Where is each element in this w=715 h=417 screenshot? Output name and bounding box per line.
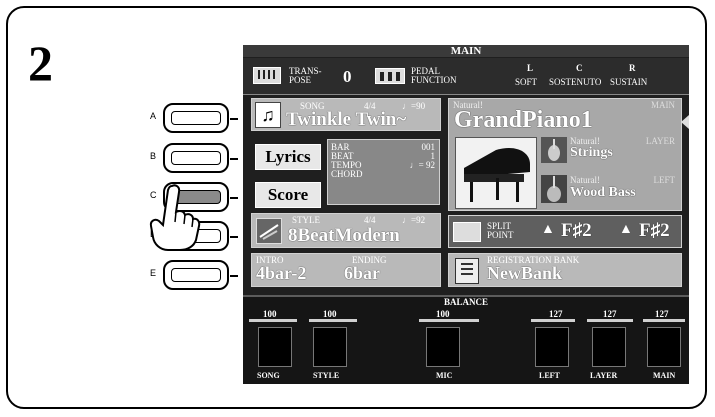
balance-layer-knob[interactable] <box>592 327 626 367</box>
balance-style-label: STYLE <box>313 371 340 380</box>
balance-main-knob[interactable] <box>647 327 681 367</box>
pedal-function-label[interactable]: PEDAL FUNCTION <box>411 67 457 85</box>
song-name: Twinkle Twin~ <box>286 109 407 130</box>
screen-title: MAIN <box>243 45 689 57</box>
sustain-pedal-label: SUSTAIN <box>610 77 648 87</box>
left-part-label: LEFT <box>653 175 676 185</box>
style-time-signature: 4/4 <box>364 215 376 225</box>
balance-title: BALANCE <box>443 297 488 307</box>
split-left-value[interactable]: F♯2 <box>561 220 592 242</box>
side-button-a[interactable] <box>163 103 229 133</box>
intro-ending-panel[interactable]: INTRO 4bar-2 ENDING 6bar <box>251 253 441 287</box>
balance-song-label: SONG <box>257 371 280 380</box>
drums-style-icon <box>256 218 282 244</box>
voice-panel[interactable]: Natural! MAIN GrandPiano1 Natural! LAYER… <box>448 98 682 211</box>
side-button-b-label: B <box>150 151 157 161</box>
split-point-panel[interactable]: SPLIT POINT ▲ F♯2 ▲ F♯2 <box>448 215 682 248</box>
balance-style-value: 100 <box>323 309 337 319</box>
balance-layer-value: 127 <box>603 309 617 319</box>
balance-left-track <box>531 319 575 322</box>
balance-mic-value: 100 <box>436 309 450 319</box>
split-right-value[interactable]: F♯2 <box>639 220 670 242</box>
transpose-value[interactable]: 0 <box>343 67 352 87</box>
left-voice-name: Wood Bass <box>570 185 636 200</box>
main-part-label: MAIN <box>651 100 675 110</box>
layer-part-label: LAYER <box>645 136 675 146</box>
balance-layer-label: LAYER <box>590 371 618 380</box>
bass-icon <box>541 175 567 203</box>
registration-book-icon <box>455 258 479 284</box>
transpose-label: TRANS- POSE <box>289 66 322 85</box>
split-left-arrow-icon: ▲ <box>541 222 555 237</box>
violin-icon <box>541 137 567 163</box>
lyrics-button[interactable]: Lyrics <box>255 144 321 170</box>
side-button-a-indicator <box>230 118 238 120</box>
side-button-c-indicator <box>230 197 238 199</box>
side-button-b[interactable] <box>163 143 229 173</box>
side-button-e-indicator <box>230 275 238 277</box>
balance-style-knob[interactable] <box>313 327 347 367</box>
balance-layer-track <box>587 319 633 322</box>
score-button[interactable]: Score <box>255 182 321 208</box>
pedal-icon <box>375 68 405 84</box>
layer-voice-name: Strings <box>570 145 613 160</box>
sostenuto-pedal-label: SOSTENUTO <box>549 77 602 87</box>
ending-value: 6bar <box>344 263 380 283</box>
registration-name: NewBank <box>487 263 563 283</box>
split-label-line2: POINT <box>487 230 514 240</box>
balance-song-knob[interactable] <box>258 327 292 367</box>
sustain-pedal-letter: R <box>629 63 636 73</box>
grand-piano-image <box>455 137 537 209</box>
side-button-a-label: A <box>150 111 157 121</box>
music-note-icon: ♫ <box>255 102 281 128</box>
main-voice-name: GrandPiano1 <box>454 107 593 133</box>
style-name: 8BeatModern <box>288 225 400 246</box>
style-tempo: ♩=92 <box>402 215 426 225</box>
side-button-e-label: E <box>150 268 157 278</box>
main-display-screen: MAIN TRANS- POSE 0 PEDAL FUNCTION L SOFT… <box>243 45 689 384</box>
tempo-value: ♩= 92 <box>409 160 435 170</box>
balance-main-label: MAIN <box>653 371 676 380</box>
chord-label: CHORD <box>331 169 363 179</box>
left-voice-category: Natural! <box>570 175 600 185</box>
side-button-e[interactable] <box>163 260 229 290</box>
balance-left-label: LEFT <box>539 371 560 380</box>
voice-select-arrow-icon[interactable] <box>681 115 689 129</box>
registration-bank-panel[interactable]: REGISTRATION BANK NewBank <box>448 253 682 287</box>
soft-pedal-label: SOFT <box>515 77 538 87</box>
song-panel[interactable]: ♫ SONG 4/4 ♩=90 Twinkle Twin~ <box>251 98 441 131</box>
balance-style-track <box>309 319 357 322</box>
balance-song-track <box>249 319 297 322</box>
soft-pedal-letter: L <box>527 63 534 73</box>
balance-song-value: 100 <box>263 309 277 319</box>
sostenuto-pedal-letter: C <box>576 63 583 73</box>
pointing-hand-icon <box>149 184 201 251</box>
intro-value: 4bar-2 <box>256 263 307 283</box>
split-right-arrow-icon: ▲ <box>619 222 633 237</box>
balance-mic-knob[interactable] <box>426 327 460 367</box>
song-position-panel: BAR 001 BEAT 1 TEMPO ♩= 92 CHORD <box>327 139 440 205</box>
style-label: STYLE <box>292 215 320 225</box>
top-info-bar: TRANS- POSE 0 PEDAL FUNCTION L SOFT C SO… <box>243 58 689 95</box>
style-panel[interactable]: STYLE 4/4 ♩=92 8BeatModern <box>251 213 441 248</box>
balance-left-value: 127 <box>549 309 563 319</box>
balance-left-knob[interactable] <box>535 327 569 367</box>
side-button-b-indicator <box>230 158 238 160</box>
balance-mic-label: MIC <box>436 371 453 380</box>
step-number: 2 <box>28 35 53 91</box>
balance-section: BALANCE 100 SONG 100 STYLE 100 MIC 127 L… <box>243 295 689 384</box>
balance-main-value: 127 <box>655 309 669 319</box>
keyboard-icon <box>253 67 281 84</box>
balance-main-track <box>643 319 685 322</box>
side-button-d-indicator <box>230 236 238 238</box>
split-keyboard-icon <box>453 222 481 242</box>
balance-mic-track <box>419 319 479 322</box>
